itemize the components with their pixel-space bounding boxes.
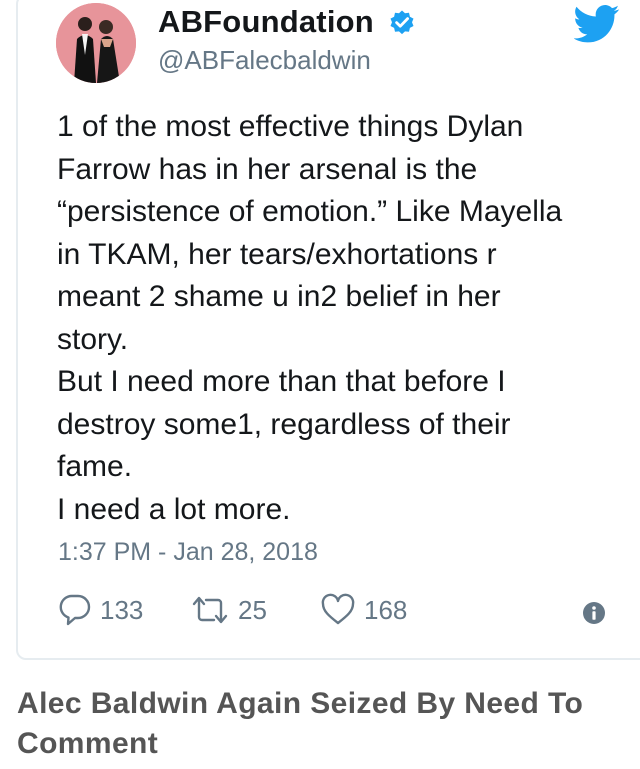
retweet-button[interactable]: 25 [190, 592, 267, 628]
like-button[interactable]: 168 [320, 592, 407, 628]
tweet-text-line: destroy some1, regardless of their [57, 407, 511, 441]
tweet-text-line: story. [57, 322, 129, 356]
reply-button[interactable]: 133 [58, 592, 143, 628]
tweet-text: 1 of the most effective things Dylan Far… [57, 106, 627, 531]
tweet-text-line: Farrow has in her arsenal is the [57, 152, 478, 186]
retweet-icon [192, 596, 228, 624]
user-handle[interactable]: @ABFalecbaldwin [158, 45, 371, 76]
tweet-text-line: 1 of the most effective things Dylan [57, 110, 524, 143]
like-count: 168 [364, 594, 408, 625]
tweet-timestamp[interactable]: 1:37 PM - Jan 28, 2018 [58, 538, 318, 567]
retweet-count: 25 [238, 594, 267, 625]
article-headline: Alec Baldwin Again Seized By Need To Com… [17, 687, 584, 760]
tweet-text-line: “persistence of emotion.” Like Mayella [57, 195, 563, 228]
reply-count: 133 [100, 594, 144, 625]
twitter-bird-icon[interactable] [574, 4, 620, 44]
avatar[interactable] [56, 3, 136, 83]
heart-icon [321, 593, 355, 625]
tweet-text-line: I need a lot more. [57, 492, 291, 526]
tweet-text-line: fame. [57, 450, 133, 483]
info-icon[interactable] [582, 601, 606, 625]
display-name[interactable]: ABFoundation [158, 4, 374, 40]
reply-icon [59, 594, 91, 626]
tweet-text-line: in TKAM, her tears/exhortations r [57, 237, 497, 271]
verified-badge-icon [390, 10, 414, 35]
tweet-text-line: meant 2 shame u in2 belief in her [57, 280, 501, 313]
tweet-text-line: But I need more than that before I [57, 365, 506, 398]
